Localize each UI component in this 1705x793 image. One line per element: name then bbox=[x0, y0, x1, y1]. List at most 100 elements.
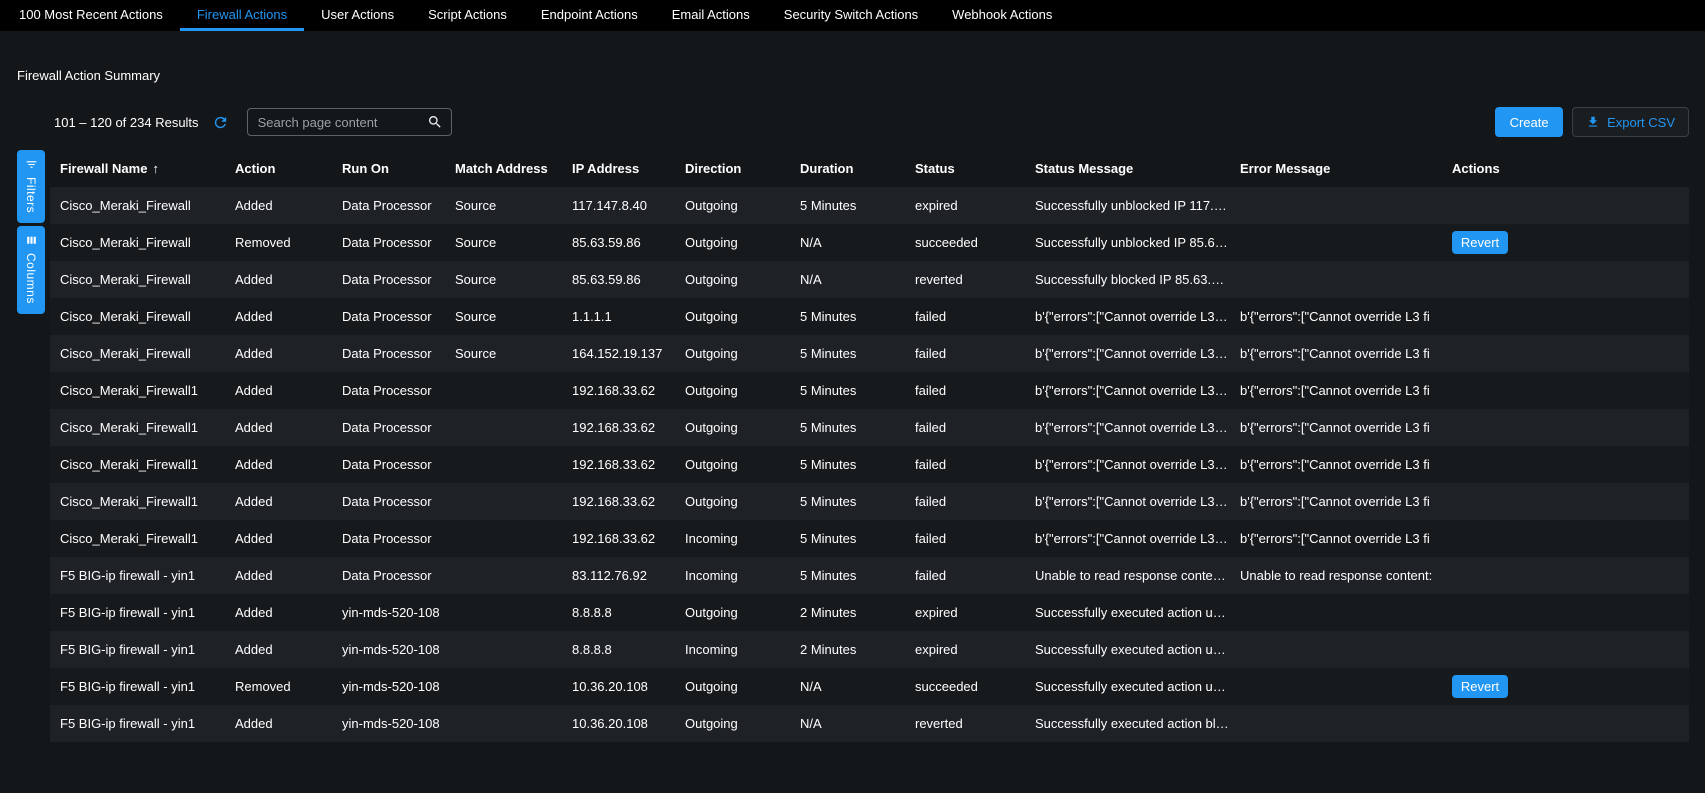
column-header-action[interactable]: Action bbox=[225, 150, 332, 187]
cell-status-message: Successfully unblocked IP 85.6… bbox=[1025, 224, 1230, 261]
cell-duration: N/A bbox=[790, 261, 905, 298]
cell-error-message bbox=[1230, 668, 1442, 705]
cell-ip-address: 10.36.20.108 bbox=[562, 705, 675, 742]
cell-firewall-name: F5 BIG-ip firewall - yin1 bbox=[50, 668, 225, 705]
table-row: F5 BIG-ip firewall - yin1 Added yin-mds-… bbox=[50, 594, 1689, 631]
search-box bbox=[247, 108, 452, 136]
search-input[interactable] bbox=[258, 115, 427, 130]
cell-status: failed bbox=[905, 483, 1025, 520]
cell-ip-address: 192.168.33.62 bbox=[562, 483, 675, 520]
cell-error-message: b'{"errors":["Cannot override L3 fi bbox=[1230, 409, 1442, 446]
columns-panel-tab[interactable]: Columns bbox=[17, 226, 45, 314]
columns-icon bbox=[25, 234, 38, 247]
cell-actions bbox=[1442, 261, 1689, 298]
cell-status: failed bbox=[905, 298, 1025, 335]
cell-ip-address: 192.168.33.62 bbox=[562, 372, 675, 409]
cell-duration: 5 Minutes bbox=[790, 298, 905, 335]
cell-run-on: Data Processor bbox=[332, 520, 445, 557]
create-button[interactable]: Create bbox=[1495, 107, 1563, 137]
tab-email-actions[interactable]: Email Actions bbox=[655, 0, 767, 31]
cell-action: Added bbox=[225, 446, 332, 483]
cell-match-address bbox=[445, 705, 562, 742]
tab-firewall-actions[interactable]: Firewall Actions bbox=[180, 0, 304, 31]
cell-firewall-name: Cisco_Meraki_Firewall bbox=[50, 335, 225, 372]
cell-status: reverted bbox=[905, 705, 1025, 742]
cell-status-message: b'{"errors":["Cannot override L3… bbox=[1025, 409, 1230, 446]
table-row: Cisco_Meraki_Firewall Removed Data Proce… bbox=[50, 224, 1689, 261]
sort-ascending-icon: ↑ bbox=[152, 161, 159, 176]
cell-action: Added bbox=[225, 705, 332, 742]
revert-button[interactable]: Revert bbox=[1452, 675, 1508, 698]
cell-direction: Incoming bbox=[675, 520, 790, 557]
cell-duration: 5 Minutes bbox=[790, 187, 905, 224]
filters-panel-tab[interactable]: Filters bbox=[17, 150, 45, 223]
cell-firewall-name: Cisco_Meraki_Firewall1 bbox=[50, 483, 225, 520]
refresh-button[interactable] bbox=[211, 112, 231, 132]
cell-match-address bbox=[445, 520, 562, 557]
column-header-ip-address[interactable]: IP Address bbox=[562, 150, 675, 187]
cell-match-address bbox=[445, 668, 562, 705]
column-header-status[interactable]: Status bbox=[905, 150, 1025, 187]
table-row: Cisco_Meraki_Firewall1 Added Data Proces… bbox=[50, 409, 1689, 446]
cell-duration: 5 Minutes bbox=[790, 372, 905, 409]
column-header-error-message[interactable]: Error Message bbox=[1230, 150, 1442, 187]
cell-action: Added bbox=[225, 520, 332, 557]
cell-firewall-name: Cisco_Meraki_Firewall1 bbox=[50, 409, 225, 446]
cell-ip-address: 8.8.8.8 bbox=[562, 594, 675, 631]
tab-script-actions[interactable]: Script Actions bbox=[411, 0, 524, 31]
cell-status-message: b'{"errors":["Cannot override L3… bbox=[1025, 446, 1230, 483]
cell-firewall-name: Cisco_Meraki_Firewall bbox=[50, 224, 225, 261]
cell-ip-address: 117.147.8.40 bbox=[562, 187, 675, 224]
cell-match-address bbox=[445, 483, 562, 520]
tab-security-switch-actions[interactable]: Security Switch Actions bbox=[767, 0, 935, 31]
cell-status-message: Successfully executed action u… bbox=[1025, 594, 1230, 631]
table-row: F5 BIG-ip firewall - yin1 Added yin-mds-… bbox=[50, 705, 1689, 742]
column-header-match-address[interactable]: Match Address bbox=[445, 150, 562, 187]
cell-duration: 5 Minutes bbox=[790, 483, 905, 520]
cell-actions bbox=[1442, 409, 1689, 446]
cell-status: expired bbox=[905, 594, 1025, 631]
cell-status: succeeded bbox=[905, 224, 1025, 261]
cell-firewall-name: Cisco_Meraki_Firewall1 bbox=[50, 372, 225, 409]
cell-run-on: Data Processor bbox=[332, 187, 445, 224]
column-header-duration[interactable]: Duration bbox=[790, 150, 905, 187]
cell-run-on: Data Processor bbox=[332, 224, 445, 261]
tab-endpoint-actions[interactable]: Endpoint Actions bbox=[524, 0, 655, 31]
cell-firewall-name: Cisco_Meraki_Firewall bbox=[50, 261, 225, 298]
cell-status: failed bbox=[905, 520, 1025, 557]
tab-webhook-actions[interactable]: Webhook Actions bbox=[935, 0, 1069, 31]
cell-status: failed bbox=[905, 372, 1025, 409]
cell-status-message: Successfully executed action u… bbox=[1025, 631, 1230, 668]
cell-actions bbox=[1442, 594, 1689, 631]
cell-action: Added bbox=[225, 631, 332, 668]
tab-user-actions[interactable]: User Actions bbox=[304, 0, 411, 31]
filters-tab-label: Filters bbox=[24, 177, 38, 213]
table-row: Cisco_Meraki_Firewall Added Data Process… bbox=[50, 187, 1689, 224]
cell-action: Removed bbox=[225, 668, 332, 705]
cell-ip-address: 1.1.1.1 bbox=[562, 298, 675, 335]
cell-run-on: Data Processor bbox=[332, 372, 445, 409]
cell-match-address bbox=[445, 594, 562, 631]
column-header-direction[interactable]: Direction bbox=[675, 150, 790, 187]
cell-match-address bbox=[445, 631, 562, 668]
column-header-run-on[interactable]: Run On bbox=[332, 150, 445, 187]
cell-error-message: b'{"errors":["Cannot override L3 fi bbox=[1230, 298, 1442, 335]
cell-firewall-name: F5 BIG-ip firewall - yin1 bbox=[50, 631, 225, 668]
cell-run-on: Data Processor bbox=[332, 446, 445, 483]
cell-ip-address: 192.168.33.62 bbox=[562, 520, 675, 557]
cell-status: expired bbox=[905, 187, 1025, 224]
cell-error-message bbox=[1230, 705, 1442, 742]
search-button[interactable] bbox=[427, 114, 443, 130]
tab-100-most-recent-actions[interactable]: 100 Most Recent Actions bbox=[2, 0, 180, 31]
column-header-firewall-name[interactable]: Firewall Name ↑ bbox=[50, 150, 225, 187]
export-csv-button[interactable]: Export CSV bbox=[1572, 107, 1689, 137]
column-header-status-message[interactable]: Status Message bbox=[1025, 150, 1230, 187]
cell-actions bbox=[1442, 520, 1689, 557]
cell-firewall-name: Cisco_Meraki_Firewall1 bbox=[50, 446, 225, 483]
cell-firewall-name: F5 BIG-ip firewall - yin1 bbox=[50, 594, 225, 631]
cell-match-address bbox=[445, 409, 562, 446]
cell-match-address bbox=[445, 557, 562, 594]
cell-actions bbox=[1442, 446, 1689, 483]
cell-direction: Outgoing bbox=[675, 446, 790, 483]
revert-button[interactable]: Revert bbox=[1452, 231, 1508, 254]
